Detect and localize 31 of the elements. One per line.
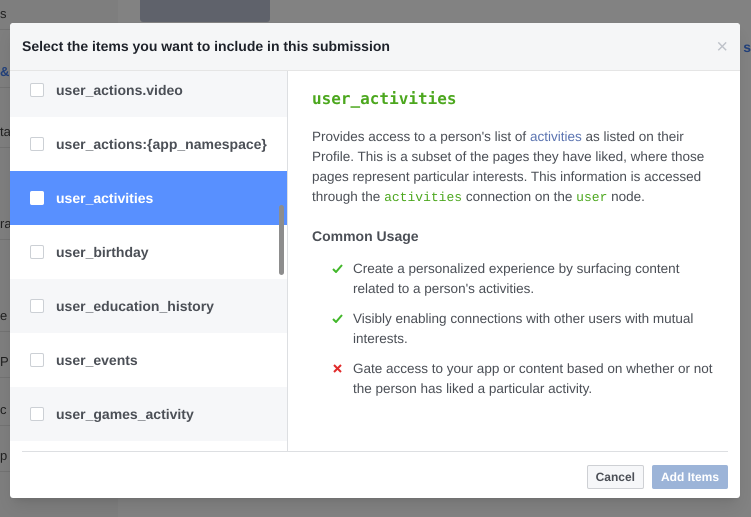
activities-link[interactable]: activities xyxy=(530,129,582,144)
checkbox[interactable] xyxy=(30,407,44,421)
usage-text: Create a personalized experience by surfacing content related to a person's activities. xyxy=(353,260,680,298)
sidebar-text: & xyxy=(0,62,10,80)
sidebar-text: p xyxy=(0,446,8,465)
sidebar-text: s xyxy=(0,4,6,22)
sidebar-text: P xyxy=(0,352,9,370)
check-icon xyxy=(332,314,343,323)
checkbox[interactable] xyxy=(30,353,44,367)
scrollbar[interactable] xyxy=(279,205,284,275)
checkbox[interactable] xyxy=(30,83,44,97)
cross-icon xyxy=(333,364,342,373)
dialog-title: Select the items you want to include in this submission xyxy=(22,37,390,56)
code-term: user xyxy=(576,190,608,205)
permission-description: Provides access to a person's list of activities as listed on their Profile. This is a subset of the pages they have liked, where those pages represent particular interests. This information is accessed through the activities connection on the user node. xyxy=(312,128,706,207)
usage-text: Visibly enabling connections with other users with mutual interests. xyxy=(353,310,694,348)
checkbox[interactable] xyxy=(30,137,44,151)
permission-item[interactable]: user_games_activity xyxy=(10,387,287,441)
usage-text: Gate access to your app or content based on whether or not the person has liked a particular activity. xyxy=(353,360,714,398)
usage-heading: Common Usage xyxy=(312,227,420,246)
sidebar-text: c xyxy=(0,400,6,418)
checkbox[interactable] xyxy=(30,299,44,313)
check-icon xyxy=(332,264,343,273)
sidebar-text: e xyxy=(0,306,8,324)
sidebar-text: ta xyxy=(0,122,11,140)
permission-item[interactable]: user_actions.video xyxy=(10,71,287,117)
permission-title: user_activities xyxy=(312,88,458,110)
permission-item[interactable]: user_education_history xyxy=(10,279,287,333)
code-term: activities xyxy=(384,190,462,205)
cancel-button[interactable]: Cancel xyxy=(586,465,644,489)
checkbox[interactable] xyxy=(30,245,44,259)
